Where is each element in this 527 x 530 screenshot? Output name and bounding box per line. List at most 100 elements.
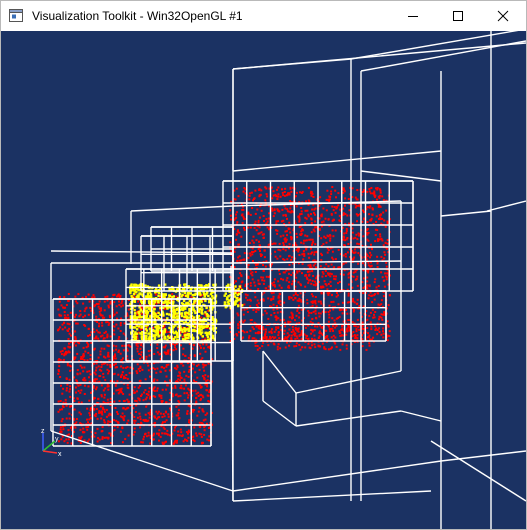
point bbox=[254, 344, 257, 347]
point bbox=[330, 190, 333, 193]
point bbox=[211, 316, 214, 319]
point bbox=[265, 275, 268, 278]
point bbox=[109, 420, 112, 423]
point bbox=[93, 397, 96, 400]
point bbox=[82, 346, 85, 349]
point bbox=[234, 285, 237, 288]
point bbox=[165, 440, 167, 443]
close-button[interactable] bbox=[480, 1, 525, 31]
point bbox=[345, 344, 348, 347]
point bbox=[63, 311, 66, 313]
point bbox=[103, 309, 106, 312]
point bbox=[366, 206, 369, 208]
point bbox=[192, 363, 195, 366]
point bbox=[248, 336, 250, 339]
point bbox=[361, 345, 364, 348]
point bbox=[147, 431, 150, 434]
point bbox=[187, 370, 190, 373]
point bbox=[96, 321, 99, 323]
point bbox=[254, 296, 257, 299]
point bbox=[116, 426, 119, 429]
point bbox=[95, 302, 98, 305]
wire-edge bbox=[50, 250, 234, 254]
point bbox=[119, 430, 122, 433]
point bbox=[344, 197, 347, 200]
point bbox=[249, 213, 252, 216]
point bbox=[193, 316, 196, 319]
point bbox=[272, 342, 275, 345]
point bbox=[320, 285, 322, 288]
minimize-button[interactable] bbox=[390, 1, 435, 31]
point bbox=[352, 299, 355, 302]
point bbox=[301, 272, 303, 275]
point bbox=[313, 208, 316, 211]
point bbox=[94, 373, 97, 376]
point bbox=[136, 363, 139, 366]
point bbox=[299, 292, 302, 295]
point bbox=[106, 295, 109, 298]
point bbox=[164, 432, 167, 435]
point bbox=[95, 362, 98, 365]
point bbox=[63, 353, 66, 356]
point bbox=[247, 256, 250, 259]
point bbox=[188, 308, 191, 311]
point bbox=[312, 310, 315, 313]
point bbox=[207, 375, 210, 378]
point bbox=[306, 298, 309, 301]
point bbox=[132, 293, 136, 296]
point bbox=[181, 434, 184, 437]
maximize-button[interactable] bbox=[435, 1, 480, 31]
point bbox=[284, 249, 287, 252]
point bbox=[276, 229, 279, 232]
point bbox=[166, 306, 169, 309]
point bbox=[89, 358, 92, 360]
point bbox=[95, 366, 98, 369]
point bbox=[251, 337, 254, 340]
point bbox=[288, 297, 291, 300]
point bbox=[334, 189, 337, 192]
point bbox=[286, 277, 289, 280]
point bbox=[298, 297, 301, 300]
point bbox=[99, 375, 102, 377]
point bbox=[136, 372, 139, 375]
point bbox=[100, 384, 103, 387]
point bbox=[171, 293, 174, 296]
point bbox=[327, 325, 330, 328]
point bbox=[140, 351, 143, 354]
point bbox=[64, 306, 67, 309]
point bbox=[243, 228, 246, 231]
point bbox=[107, 306, 110, 309]
title-bar[interactable]: Visualization Toolkit - Win32OpenGL #1 bbox=[1, 1, 526, 31]
point bbox=[311, 337, 313, 340]
point bbox=[325, 198, 328, 201]
point bbox=[262, 328, 265, 331]
point bbox=[186, 294, 189, 298]
render-viewport[interactable]: z y x bbox=[1, 31, 526, 529]
point bbox=[96, 427, 99, 430]
point bbox=[332, 209, 335, 212]
point bbox=[379, 216, 382, 219]
point bbox=[353, 251, 356, 254]
point bbox=[140, 328, 142, 331]
point bbox=[137, 289, 140, 292]
point bbox=[295, 244, 298, 247]
point bbox=[140, 344, 143, 347]
point bbox=[118, 388, 120, 391]
point bbox=[366, 336, 369, 339]
point bbox=[331, 256, 334, 259]
point bbox=[199, 293, 202, 296]
point bbox=[294, 337, 297, 340]
point bbox=[140, 393, 143, 396]
point bbox=[88, 370, 91, 373]
point bbox=[148, 416, 151, 419]
octree-scene[interactable] bbox=[1, 31, 526, 529]
point bbox=[158, 416, 161, 418]
point bbox=[201, 408, 204, 411]
point bbox=[370, 295, 373, 297]
point bbox=[249, 329, 252, 332]
point bbox=[76, 397, 79, 400]
point bbox=[163, 367, 166, 370]
point bbox=[161, 441, 164, 444]
point bbox=[113, 419, 115, 422]
point bbox=[288, 192, 291, 195]
